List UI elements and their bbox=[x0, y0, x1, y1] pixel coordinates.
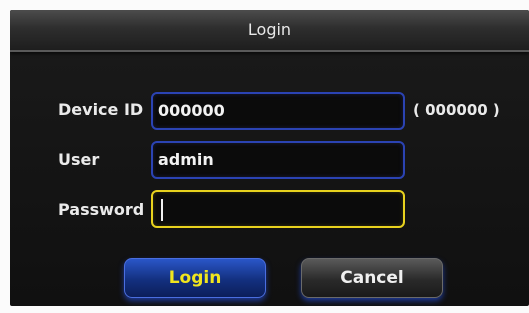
dialog-title: Login bbox=[247, 20, 292, 39]
title-bar: Login bbox=[10, 10, 529, 52]
device-id-hint: ( 000000 ) bbox=[413, 101, 500, 119]
device-id-label: Device ID bbox=[58, 100, 144, 119]
text-cursor bbox=[161, 199, 163, 221]
login-dialog: Login Device ID 000000 ( 000000 ) User a… bbox=[10, 10, 529, 306]
device-id-value: 000000 bbox=[158, 101, 225, 120]
login-button[interactable]: Login bbox=[124, 258, 266, 298]
user-label: User bbox=[58, 150, 100, 169]
device-id-field[interactable]: 000000 bbox=[151, 92, 405, 130]
user-field[interactable]: admin bbox=[151, 141, 405, 179]
user-value: admin bbox=[158, 150, 214, 169]
password-field[interactable] bbox=[151, 190, 405, 228]
screen-frame: Login Device ID 000000 ( 000000 ) User a… bbox=[0, 0, 529, 313]
password-label: Password bbox=[58, 200, 145, 219]
cancel-button[interactable]: Cancel bbox=[301, 258, 443, 298]
